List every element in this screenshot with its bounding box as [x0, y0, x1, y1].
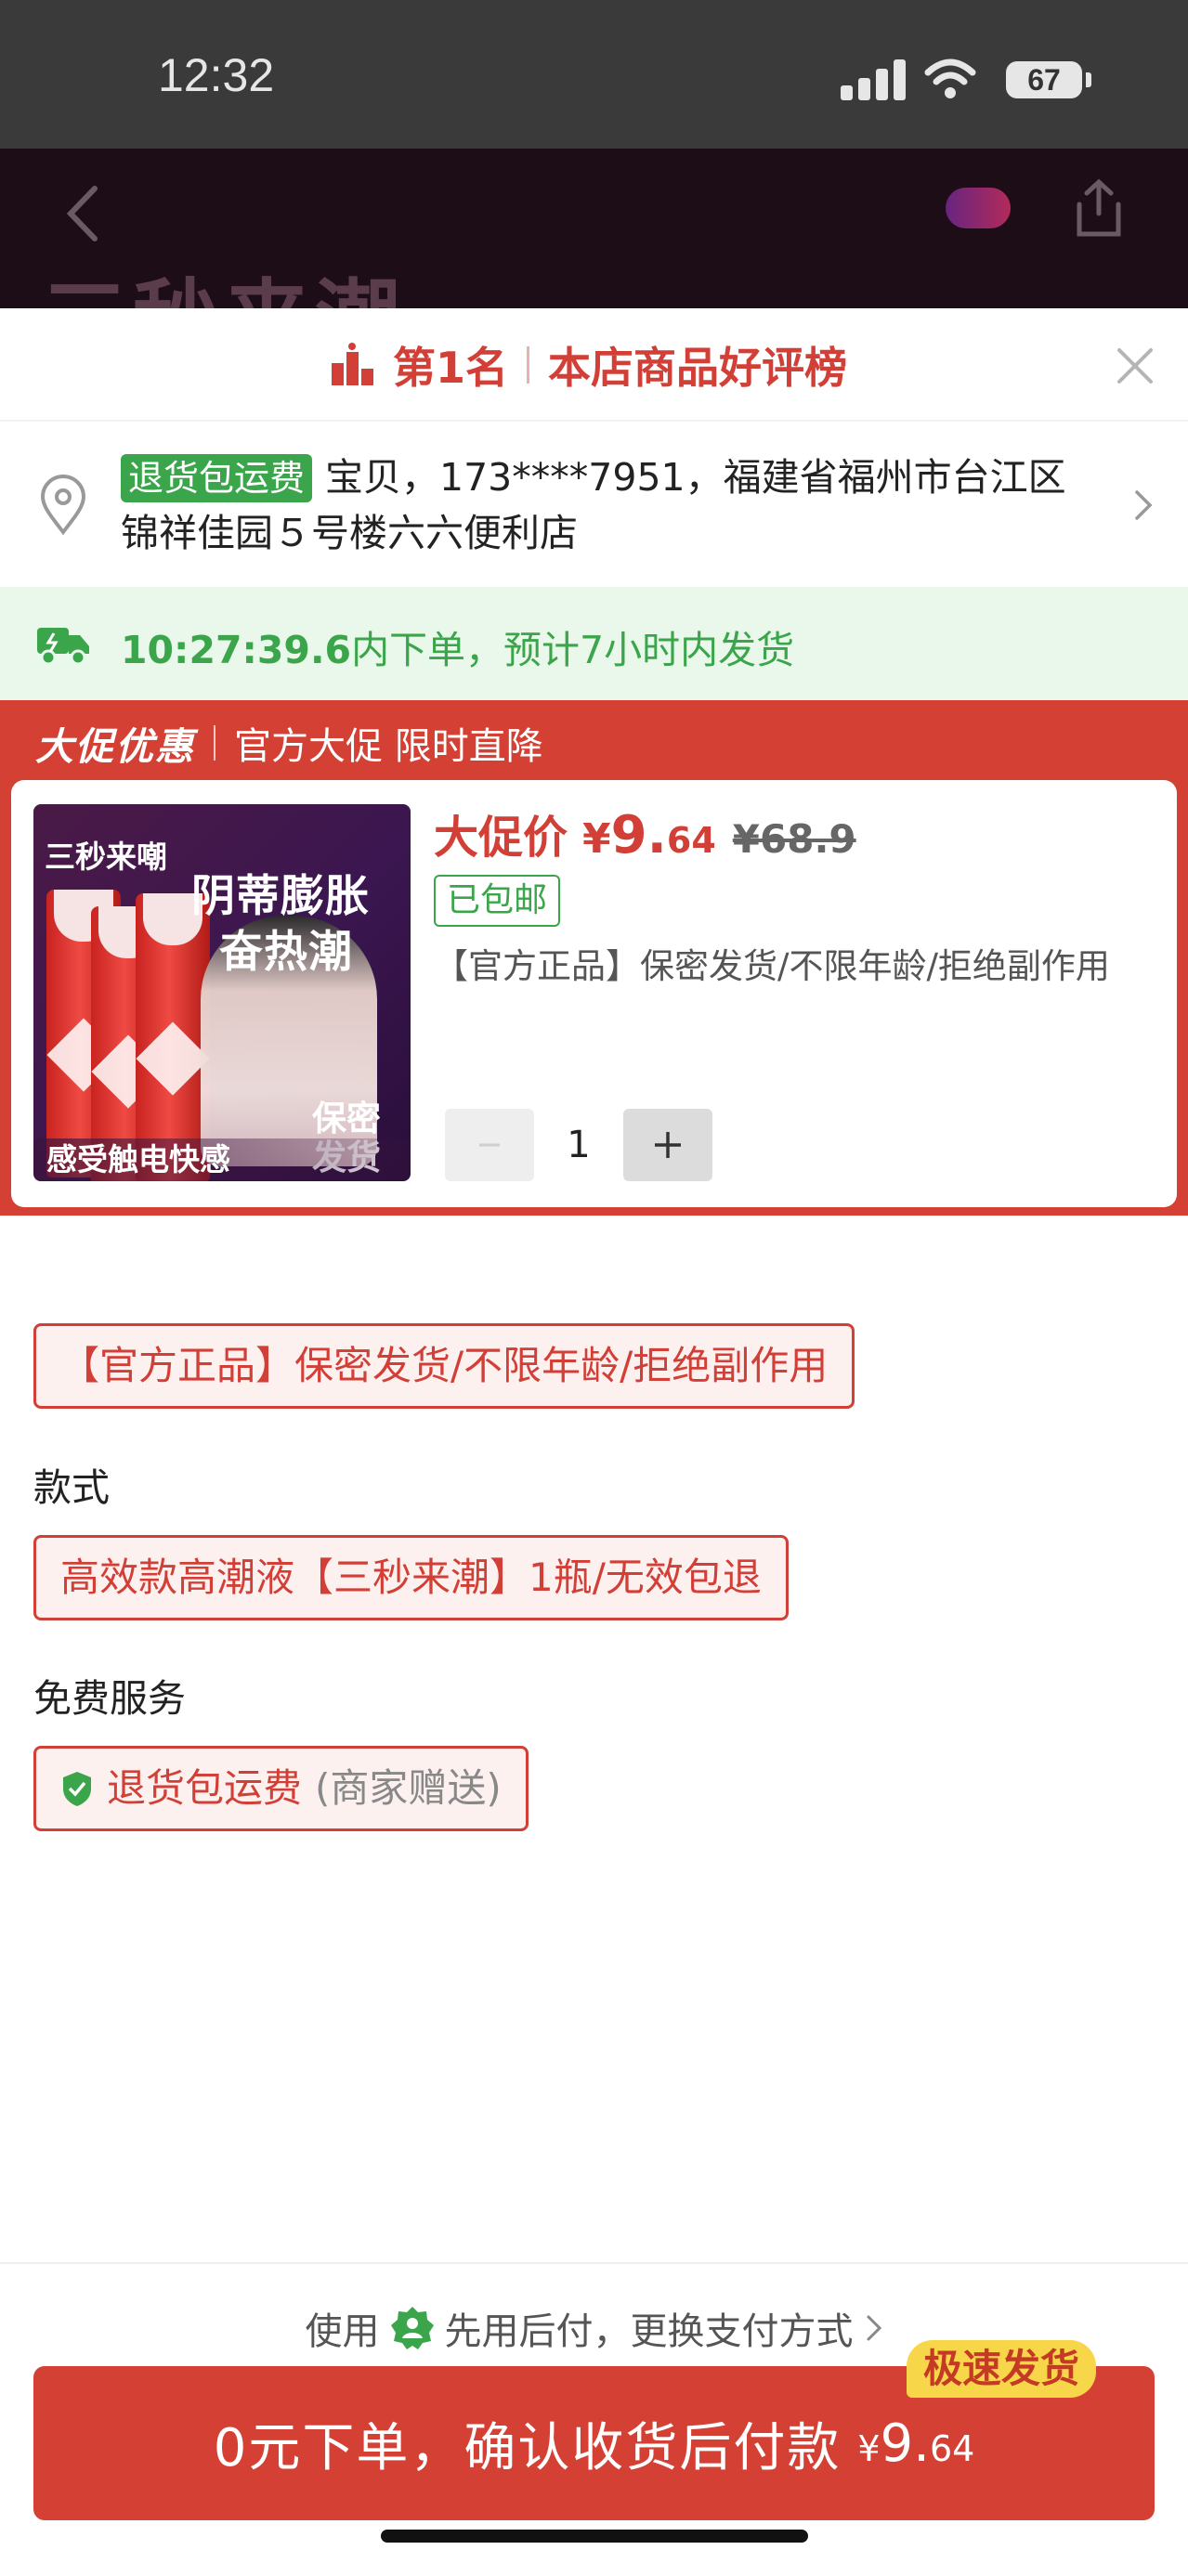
quantity-stepper: 1 — [445, 1109, 712, 1181]
shipping-text: 10:27:39.6内下单，预计7小时内发货 — [121, 618, 794, 674]
shipping-note: 内下单，预计7小时内发货 — [351, 628, 795, 672]
product-description: 【官方正品】保密发货/不限年龄/拒绝副作用 — [434, 946, 1110, 986]
price-label: 大促价 — [434, 812, 568, 864]
image-brand-text: 三秒来嘲 — [45, 839, 167, 875]
promo-price: 大促价 ¥ 9. 64 ¥68.9 — [434, 800, 856, 865]
service-option[interactable]: 退货包运费 (商家赠送) — [33, 1746, 529, 1831]
order-button-label: 0元下单，确认收货后付款 — [213, 2417, 842, 2478]
price-integer: 9. — [610, 805, 667, 865]
style-title: 款式 — [33, 1465, 110, 1510]
shipping-countdown: 10:27:39.6 — [121, 628, 352, 672]
wifi-icon — [924, 59, 976, 98]
shipping-estimate-bar: 10:27:39.6内下单，预计7小时内发货 — [0, 587, 1188, 700]
free-shipping-badge: 已包邮 — [434, 875, 561, 927]
service-label: 退货包运费 — [107, 1765, 303, 1811]
product-card: 三秒来嘲 阴蒂膨胀奋热潮 保密发货 感受触电快感 大促价 ¥ 9. 64 ¥68… — [11, 780, 1177, 1207]
return-shipping-tag: 退货包运费 — [121, 454, 313, 502]
promo-logo: 大促优惠 — [35, 724, 195, 769]
rank-list-name: 本店商品好评榜 — [548, 343, 848, 393]
service-title: 免费服务 — [33, 1676, 186, 1721]
pay-later-icon — [390, 2307, 434, 2349]
battery-icon: 67 — [1006, 61, 1082, 98]
price-currency: ¥ — [582, 815, 611, 863]
style-option[interactable]: 高效款高潮液【三秒来潮】1瓶/无效包退 — [33, 1535, 789, 1620]
status-time: 12:32 — [158, 49, 275, 101]
background-page: 三秒来潮 — [0, 149, 1188, 308]
decrease-button[interactable] — [445, 1109, 534, 1181]
home-indicator[interactable] — [381, 2530, 808, 2543]
shield-check-icon — [63, 1772, 91, 1806]
podium-icon — [332, 343, 373, 385]
promo-divider — [214, 725, 215, 761]
pay-prefix: 使用 — [305, 2310, 380, 2353]
quantity-value[interactable]: 1 — [534, 1124, 623, 1166]
pay-method-text: 先用后付，更换支付方式 — [444, 2310, 854, 2353]
original-price: ¥68.9 — [732, 816, 856, 862]
sku-sheet: 第1名 本店商品好评榜 退货包运费 宝贝，173****7951，福建省福州市台江… — [0, 308, 1188, 2576]
rank-divider — [527, 346, 530, 384]
share-icon[interactable] — [1068, 176, 1129, 241]
promo-header: 大促优惠 官方大促 限时直降 — [35, 717, 543, 769]
chevron-right-icon — [867, 2315, 881, 2341]
image-caption: 感受触电快感 — [33, 1138, 411, 1181]
battery-cap — [1086, 72, 1091, 87]
rank-position: 第1名 — [393, 343, 509, 393]
truck-icon — [37, 628, 89, 666]
service-note: (商家赠送) — [315, 1765, 502, 1811]
close-icon[interactable] — [1112, 343, 1158, 389]
plus-icon — [655, 1132, 681, 1158]
fast-shipping-badge: 极速发货 — [907, 2340, 1097, 2398]
cellular-signal-icon — [841, 59, 906, 100]
chevron-right-icon — [1135, 490, 1153, 520]
product-image[interactable]: 三秒来嘲 阴蒂膨胀奋热潮 保密发货 感受触电快感 — [33, 804, 411, 1181]
promo-subtitle: 官方大促 限时直降 — [234, 725, 543, 768]
rank-banner[interactable]: 第1名 本店商品好评榜 — [0, 308, 1188, 422]
address-row[interactable]: 退货包运费 宝贝，173****7951，福建省福州市台江区锦祥佳园５号楼六六便利… — [0, 422, 1188, 587]
image-headline: 阴蒂膨胀 奋热潮 — [191, 871, 370, 978]
price-decimal: 64 — [666, 820, 716, 861]
order-price: ¥9. 64 — [857, 2413, 975, 2474]
mini-toggle-icon[interactable] — [946, 188, 1011, 228]
status-bar: 12:32 67 — [0, 0, 1188, 149]
minus-icon — [479, 1143, 500, 1147]
increase-button[interactable] — [623, 1109, 712, 1181]
back-arrow-icon[interactable] — [58, 181, 113, 246]
location-pin-icon — [40, 475, 86, 536]
background-title: 三秒来潮 — [42, 251, 406, 308]
version-option[interactable]: 【官方正品】保密发货/不限年龄/拒绝副作用 — [33, 1323, 855, 1409]
address-text: 退货包运费 宝贝，173****7951，福建省福州市台江区锦祥佳园５号楼六六便利… — [121, 449, 1087, 561]
